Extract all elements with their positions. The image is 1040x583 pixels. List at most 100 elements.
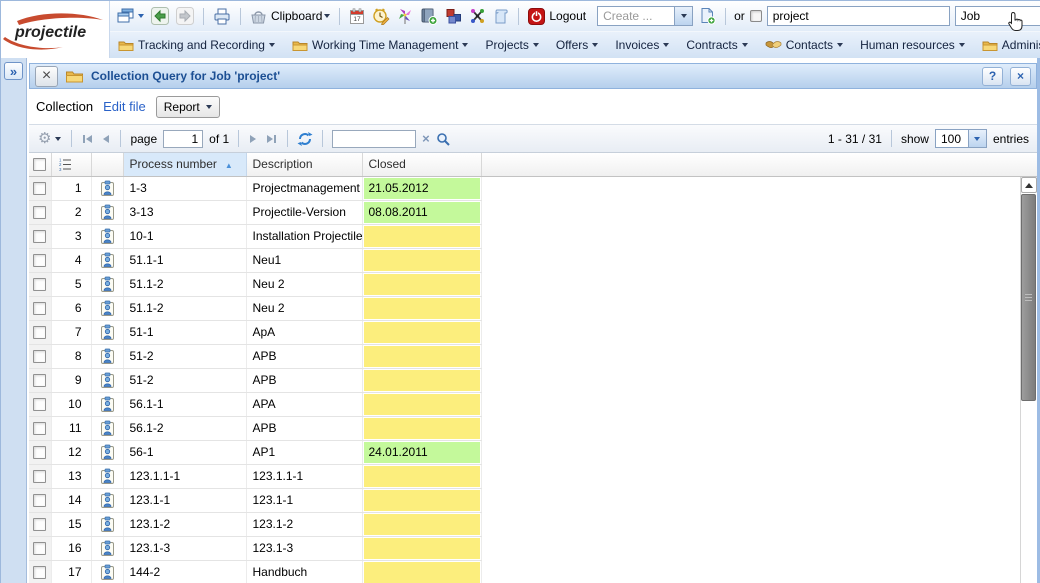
process-number-cell[interactable]: 51.1-2 [123, 272, 246, 296]
process-icon-cell[interactable] [91, 272, 123, 296]
row-checkbox[interactable] [33, 374, 46, 387]
row-checkbox[interactable] [33, 566, 46, 579]
table-row[interactable]: 7 51-1 ApA [29, 320, 1037, 344]
vertical-scrollbar[interactable] [1020, 177, 1037, 583]
search-option-checkbox[interactable] [750, 10, 762, 22]
book-add-icon[interactable] [419, 7, 439, 26]
search-type-select[interactable]: Job [955, 6, 1040, 26]
menu-human-resources[interactable]: Human resources [860, 38, 965, 52]
process-icon-cell[interactable] [91, 176, 123, 200]
calendar-icon[interactable]: 17 [348, 7, 366, 26]
process-number-cell[interactable]: 56.1-2 [123, 416, 246, 440]
new-document-icon[interactable] [698, 6, 717, 26]
process-icon-cell[interactable] [91, 296, 123, 320]
process-icon-cell[interactable] [91, 560, 123, 583]
process-icon-cell[interactable] [91, 344, 123, 368]
table-row[interactable]: 2 3-13 Projectile-Version 08.08.2011 [29, 200, 1037, 224]
table-row[interactable]: 9 51-2 APB [29, 368, 1037, 392]
print-icon[interactable] [212, 7, 232, 26]
table-row[interactable]: 13 123.1.1-1 123.1.1-1 [29, 464, 1037, 488]
table-row[interactable]: 3 10-1 Installation Projectile [29, 224, 1037, 248]
table-row[interactable]: 5 51.1-2 Neu 2 [29, 272, 1037, 296]
scroll-up-button[interactable] [1021, 177, 1037, 193]
menu-offers[interactable]: Offers [556, 38, 598, 52]
row-checkbox[interactable] [33, 470, 46, 483]
process-number-cell[interactable]: 51.1-2 [123, 296, 246, 320]
entries-per-page-select[interactable]: 100 [935, 129, 987, 148]
row-checkbox[interactable] [33, 230, 46, 243]
process-number-cell[interactable]: 56.1-1 [123, 392, 246, 416]
expand-sidebar-button[interactable]: » [4, 62, 23, 80]
network-icon[interactable] [468, 7, 487, 25]
row-checkbox[interactable] [33, 326, 46, 339]
table-row[interactable]: 14 123.1-1 123.1-1 [29, 488, 1037, 512]
row-checkbox[interactable] [33, 518, 46, 531]
menu-administration[interactable]: Administration [982, 38, 1040, 52]
table-row[interactable]: 12 56-1 AP1 24.01.2011 [29, 440, 1037, 464]
row-checkbox[interactable] [33, 206, 46, 219]
row-checkbox[interactable] [33, 350, 46, 363]
clear-filter-icon[interactable]: × [422, 131, 430, 146]
process-icon-cell[interactable] [91, 248, 123, 272]
process-number-cell[interactable]: 51-2 [123, 368, 246, 392]
row-checkbox[interactable] [33, 542, 46, 555]
process-icon-cell[interactable] [91, 224, 123, 248]
select-all-checkbox[interactable] [33, 158, 46, 171]
process-icon-cell[interactable] [91, 536, 123, 560]
menu-tracking-and-recording[interactable]: Tracking and Recording [118, 38, 275, 52]
create-select[interactable]: Create ... [597, 6, 693, 26]
process-icon-cell[interactable] [91, 320, 123, 344]
row-checkbox[interactable] [33, 254, 46, 267]
process-icon-cell[interactable] [91, 392, 123, 416]
menu-invoices[interactable]: Invoices [615, 38, 669, 52]
logout-button[interactable]: Logout [527, 7, 587, 26]
close-window-button[interactable]: × [1010, 67, 1031, 86]
process-number-cell[interactable]: 10-1 [123, 224, 246, 248]
menu-contacts[interactable]: Contacts [765, 38, 843, 52]
scrollbar-thumb[interactable] [1021, 194, 1036, 401]
process-number-cell[interactable]: 1-3 [123, 176, 246, 200]
table-row[interactable]: 8 51-2 APB [29, 344, 1037, 368]
process-icon-cell[interactable] [91, 416, 123, 440]
process-number-cell[interactable]: 51-1 [123, 320, 246, 344]
process-number-cell[interactable]: 51-2 [123, 344, 246, 368]
clipboard-menu[interactable]: Clipboard [249, 8, 331, 25]
process-icon-cell[interactable] [91, 464, 123, 488]
next-page-button[interactable] [248, 133, 259, 145]
table-row[interactable]: 6 51.1-2 Neu 2 [29, 296, 1037, 320]
process-icon-cell[interactable] [91, 488, 123, 512]
global-search-input[interactable] [767, 6, 950, 26]
pinwheel-icon[interactable] [396, 6, 414, 26]
cubes-icon[interactable] [444, 7, 463, 25]
table-row[interactable]: 16 123.1-3 123.1-3 [29, 536, 1037, 560]
row-checkbox[interactable] [33, 302, 46, 315]
process-number-cell[interactable]: 144-2 [123, 560, 246, 583]
table-row[interactable]: 4 51.1-1 Neu1 [29, 248, 1037, 272]
menu-working-time-management[interactable]: Working Time Management [292, 38, 469, 52]
menu-projects[interactable]: Projects [485, 38, 538, 52]
forward-icon[interactable] [175, 6, 195, 26]
previous-page-button[interactable] [100, 133, 111, 145]
back-icon[interactable] [150, 6, 170, 26]
process-number-cell[interactable]: 51.1-1 [123, 248, 246, 272]
clock-edit-icon[interactable] [371, 6, 391, 26]
table-row[interactable]: 17 144-2 Handbuch [29, 560, 1037, 583]
row-checkbox[interactable] [33, 278, 46, 291]
refresh-icon[interactable] [297, 131, 313, 147]
edit-file-link[interactable]: Edit file [103, 99, 146, 114]
search-magnifier-icon[interactable] [436, 132, 450, 146]
help-button[interactable]: ? [982, 67, 1003, 86]
row-checkbox[interactable] [33, 398, 46, 411]
table-row[interactable]: 10 56.1-1 APA [29, 392, 1037, 416]
page-number-input[interactable] [163, 130, 203, 148]
column-header-description[interactable]: Description [246, 153, 362, 176]
process-number-cell[interactable]: 56-1 [123, 440, 246, 464]
table-filter-input[interactable] [332, 130, 416, 148]
table-row[interactable]: 15 123.1-2 123.1-2 [29, 512, 1037, 536]
process-icon-cell[interactable] [91, 512, 123, 536]
process-icon-cell[interactable] [91, 368, 123, 392]
last-page-button[interactable] [265, 133, 278, 145]
first-page-button[interactable] [81, 133, 94, 145]
column-header-closed[interactable]: Closed [362, 153, 481, 176]
row-number-header[interactable]: 123 [51, 153, 91, 176]
